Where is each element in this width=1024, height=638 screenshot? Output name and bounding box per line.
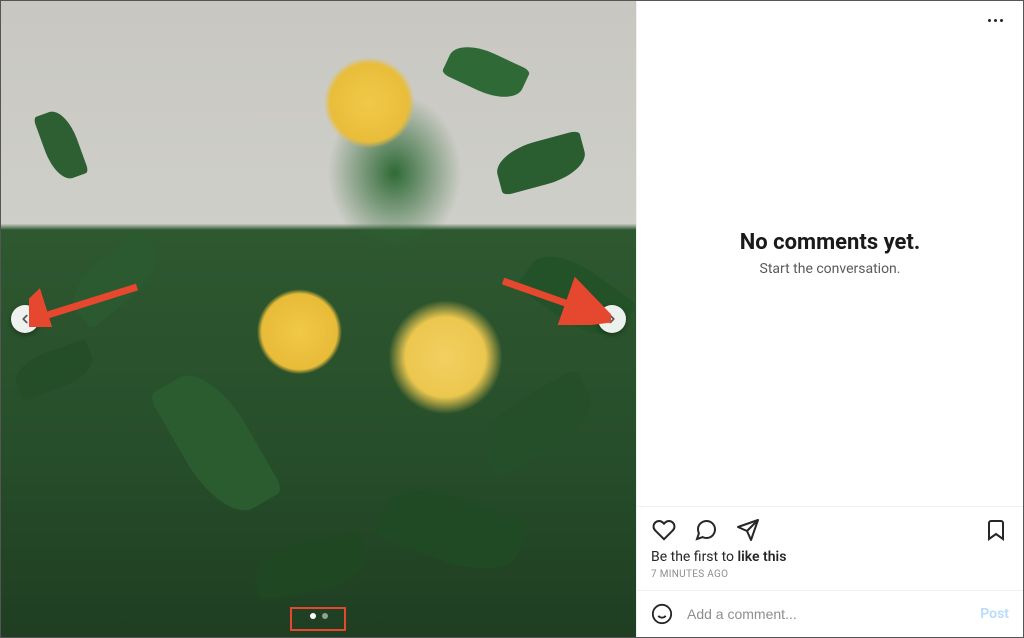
bookmark-icon (984, 518, 1008, 542)
side-panel: No comments yet. Start the conversation. (636, 1, 1023, 637)
comment-icon (694, 518, 718, 542)
comments-empty-state: No comments yet. Start the conversation. (637, 1, 1023, 506)
likes-prefix: Be the first to (651, 549, 738, 565)
annotation-arrow-left (29, 281, 139, 327)
like-button[interactable] (651, 517, 677, 543)
annotation-box-dots (290, 607, 346, 631)
more-options-button[interactable] (982, 13, 1009, 28)
comment-form: Post (637, 590, 1023, 637)
save-button[interactable] (983, 517, 1009, 543)
bottom-section: Be the first to like this 7 MINUTES AGO … (637, 506, 1023, 637)
post-button[interactable]: Post (980, 606, 1009, 622)
timestamp[interactable]: 7 MINUTES AGO (637, 567, 1023, 590)
empty-title: No comments yet. (740, 230, 920, 255)
emoji-button[interactable] (651, 603, 673, 625)
empty-subtitle: Start the conversation. (760, 261, 901, 277)
comment-input[interactable] (687, 606, 966, 622)
emoji-icon (651, 603, 673, 625)
annotation-arrow-right (501, 275, 611, 325)
share-icon (736, 518, 760, 542)
share-button[interactable] (735, 517, 761, 543)
likes-action: like this (738, 549, 787, 565)
actions-row (637, 507, 1023, 547)
comment-button[interactable] (693, 517, 719, 543)
likes-line[interactable]: Be the first to like this (637, 547, 1023, 567)
media-area (1, 1, 636, 637)
post-modal: No comments yet. Start the conversation. (0, 0, 1024, 638)
more-icon (988, 19, 991, 22)
heart-icon (652, 518, 676, 542)
